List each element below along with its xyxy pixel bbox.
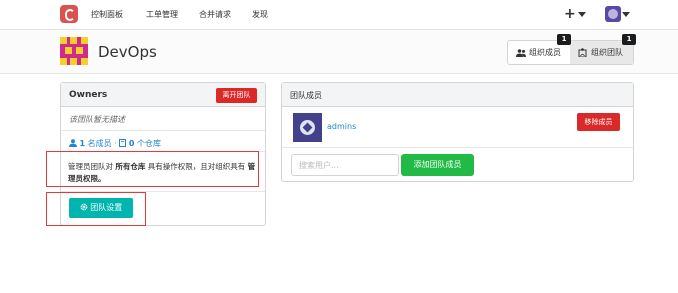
team-members-title: 团队成员: [290, 91, 322, 100]
member-count-unit[interactable]: 名成员: [88, 139, 112, 148]
org-name: DevOps: [98, 43, 157, 61]
user-icon: [69, 139, 77, 147]
org-teams-label: 组织团队: [591, 48, 623, 57]
team-info-header: Owners 离开团队: [61, 83, 265, 107]
org-avatar: [60, 37, 88, 65]
team-members-header: 团队成员: [282, 83, 633, 107]
leave-team-button[interactable]: 离开团队: [216, 88, 257, 103]
annotation-box-permissions: [46, 151, 259, 187]
stats-separator: ·: [114, 139, 117, 148]
member-avatar[interactable]: [293, 113, 322, 142]
nav-dashboard[interactable]: 控制面板: [91, 9, 123, 20]
team-stats: 1 名成员 · 0 个仓库: [69, 138, 161, 149]
search-user-input[interactable]: [291, 154, 399, 176]
remove-member-button[interactable]: 移除成员: [577, 113, 620, 131]
org-members-label: 组织成员: [529, 48, 561, 57]
member-count[interactable]: 1: [80, 139, 86, 148]
gitea-logo-icon[interactable]: [60, 5, 78, 23]
create-plus-icon[interactable]: +: [564, 6, 576, 22]
user-dropdown-caret-icon[interactable]: [622, 12, 630, 17]
divider: [282, 147, 633, 148]
nav-issues[interactable]: 工单管理: [146, 9, 178, 20]
users-icon: [516, 49, 526, 57]
teams-count-badge: 1: [622, 34, 636, 45]
create-dropdown-caret-icon[interactable]: [578, 12, 586, 17]
repo-count[interactable]: 0: [129, 139, 135, 148]
divider: [61, 130, 265, 131]
members-count-badge: 1: [557, 34, 571, 45]
add-team-member-button[interactable]: 添加团队成员: [401, 154, 474, 176]
team-icon: [578, 48, 587, 57]
team-description: 该团队暂无描述: [69, 115, 125, 124]
repo-count-unit[interactable]: 个仓库: [137, 139, 161, 148]
annotation-box-settings: [46, 192, 146, 226]
nav-explore[interactable]: 发现: [252, 9, 268, 20]
member-name-link[interactable]: admins: [327, 122, 356, 131]
team-members-panel: 团队成员 admins 移除成员 添加团队成员: [281, 82, 634, 182]
nav-pull-requests[interactable]: 合并请求: [199, 9, 231, 20]
user-avatar[interactable]: [605, 6, 621, 22]
repo-icon: [119, 139, 127, 147]
top-nav: 控制面板 工单管理 合并请求 发现 +: [0, 0, 678, 30]
team-name: Owners: [69, 90, 108, 100]
